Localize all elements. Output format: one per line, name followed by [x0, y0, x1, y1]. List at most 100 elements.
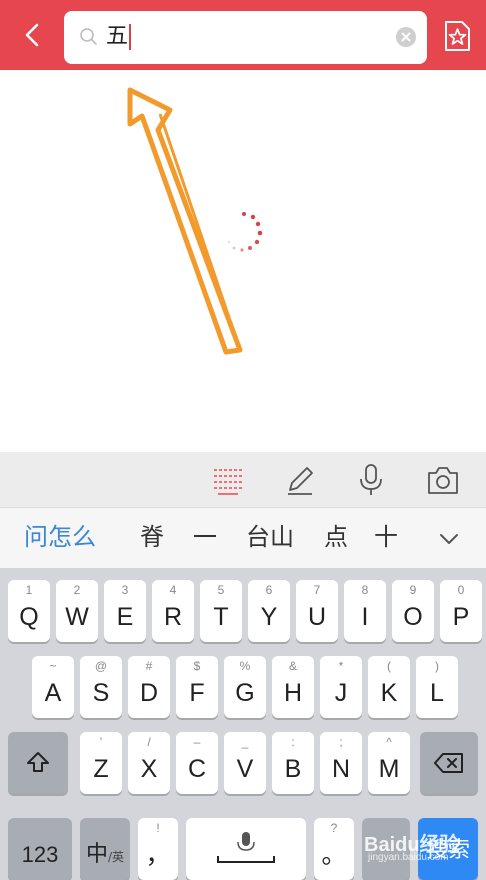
- key-s[interactable]: @ S: [80, 656, 122, 718]
- key-f[interactable]: $ F: [176, 656, 218, 718]
- key-label: N: [331, 755, 351, 783]
- key-hint: ;: [339, 735, 343, 749]
- key-v[interactable]: _ V: [224, 732, 266, 794]
- key-label: I: [361, 603, 369, 631]
- key-i[interactable]: 8I: [344, 580, 386, 642]
- backspace-key[interactable]: [420, 732, 478, 794]
- key-hint: 3: [121, 583, 129, 597]
- candidate-item[interactable]: 一: [193, 522, 217, 552]
- key-label: A: [44, 679, 62, 707]
- key-n[interactable]: ; N: [320, 732, 362, 794]
- key-label: W: [65, 603, 89, 631]
- key-m[interactable]: ^ M: [368, 732, 410, 794]
- microphone-icon[interactable]: [353, 462, 389, 498]
- key-k[interactable]: (K: [368, 656, 410, 718]
- search-icon: [80, 28, 97, 45]
- key-label: Z: [93, 755, 109, 783]
- candidate-item[interactable]: 十: [374, 522, 398, 552]
- key-r[interactable]: 4R: [152, 580, 194, 642]
- language-switch-key[interactable]: 中/英: [80, 818, 130, 880]
- space-key[interactable]: [186, 818, 306, 880]
- key-label: D: [139, 679, 159, 707]
- space-microphone-icon: [217, 832, 275, 863]
- key-hint: 6: [265, 583, 273, 597]
- candidate-item[interactable]: 脊: [140, 522, 164, 552]
- key-label: O: [403, 603, 423, 631]
- chevron-down-icon[interactable]: [436, 526, 462, 552]
- key-hint: %: [239, 659, 251, 673]
- period-key[interactable]: ?。: [314, 818, 354, 880]
- key-label: C: [187, 755, 207, 783]
- key-hint: &: [288, 659, 297, 673]
- key-hint: ': [99, 735, 103, 749]
- keyboard-toolbar: [0, 452, 486, 508]
- results-area: [0, 70, 486, 452]
- key-label: J: [334, 679, 348, 707]
- watermark-url: jingyan.baidu.com: [368, 852, 449, 863]
- key-a[interactable]: ~ A: [32, 656, 74, 718]
- key-u[interactable]: 7U: [296, 580, 338, 642]
- key-y[interactable]: 6Y: [248, 580, 290, 642]
- search-query-text: 五: [106, 24, 129, 49]
- key-hint: (: [387, 659, 391, 673]
- key-g[interactable]: % G: [224, 656, 266, 718]
- key-q[interactable]: 1Q: [8, 580, 50, 642]
- key-p[interactable]: 0P: [440, 580, 482, 642]
- candidate-item[interactable]: 问怎么: [24, 522, 96, 552]
- key-label: R: [163, 603, 183, 631]
- key-b[interactable]: :B: [272, 732, 314, 794]
- shift-arrow-icon: [27, 752, 49, 772]
- key-label: 123: [21, 842, 59, 867]
- candidate-bar: 问怎么 脊 一 台山 点 十: [0, 508, 486, 568]
- candidate-item[interactable]: 台山: [246, 522, 294, 552]
- key-label: 。: [321, 841, 347, 869]
- pencil-icon[interactable]: [282, 462, 318, 498]
- backspace-icon: [434, 753, 463, 773]
- key-hint: ~: [49, 659, 57, 673]
- search-query[interactable]: 五: [106, 23, 132, 51]
- key-c[interactable]: – C: [176, 732, 218, 794]
- key-e[interactable]: 3E: [104, 580, 146, 642]
- key-o[interactable]: 9O: [392, 580, 434, 642]
- key-hint: 7: [313, 583, 321, 597]
- key-x[interactable]: / X: [128, 732, 170, 794]
- key-w[interactable]: 2W: [56, 580, 98, 642]
- key-label: T: [213, 603, 229, 631]
- loading-spinner-icon: [227, 212, 263, 252]
- search-header: 五: [0, 0, 486, 70]
- key-hint: ?: [330, 821, 338, 835]
- key-h[interactable]: & H: [272, 656, 314, 718]
- language-switch-label: 中/英: [80, 840, 130, 872]
- key-z[interactable]: ' Z: [80, 732, 122, 794]
- key-hint: –: [193, 735, 201, 749]
- shift-key[interactable]: [8, 732, 68, 794]
- key-label: ，: [145, 841, 171, 869]
- key-hint: 1: [25, 583, 33, 597]
- key-label: Y: [260, 603, 278, 631]
- favorite-star-icon[interactable]: [442, 20, 472, 52]
- camera-icon[interactable]: [425, 462, 461, 498]
- search-input[interactable]: 五: [64, 11, 427, 64]
- back-arrow-icon[interactable]: [18, 20, 48, 50]
- key-label: L: [430, 679, 444, 707]
- key-label: M: [378, 755, 400, 783]
- text-cursor: [129, 24, 132, 50]
- key-l[interactable]: ) L: [416, 656, 458, 718]
- key-d[interactable]: # D: [128, 656, 170, 718]
- clear-icon[interactable]: [396, 27, 416, 47]
- key-hint: 2: [73, 583, 81, 597]
- key-j[interactable]: * J: [320, 656, 362, 718]
- keyboard-lines-icon[interactable]: [210, 462, 246, 498]
- key-hint: 0: [457, 583, 465, 597]
- key-label: F: [189, 679, 205, 707]
- key-label: E: [116, 603, 134, 631]
- key-label: V: [236, 755, 254, 783]
- key-t[interactable]: 5T: [200, 580, 242, 642]
- comma-key[interactable]: !，: [138, 818, 178, 880]
- key-sublabel: /英: [107, 850, 125, 864]
- key-label: 中: [85, 842, 108, 867]
- key-label: Q: [19, 603, 39, 631]
- key-hint: ^: [386, 735, 392, 749]
- candidate-item[interactable]: 点: [324, 522, 348, 552]
- number-mode-key[interactable]: 123: [8, 818, 72, 880]
